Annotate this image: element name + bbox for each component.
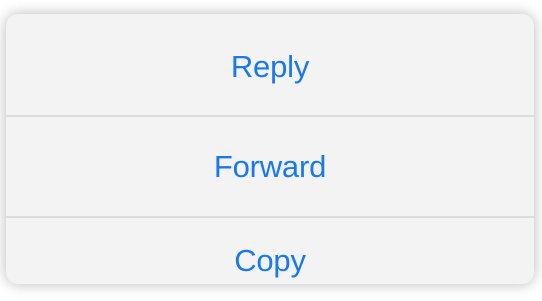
action-menu: Reply Forward Copy: [6, 14, 534, 284]
copy-button[interactable]: Copy: [6, 218, 534, 284]
forward-button[interactable]: Forward: [6, 117, 534, 216]
reply-button[interactable]: Reply: [6, 14, 534, 115]
